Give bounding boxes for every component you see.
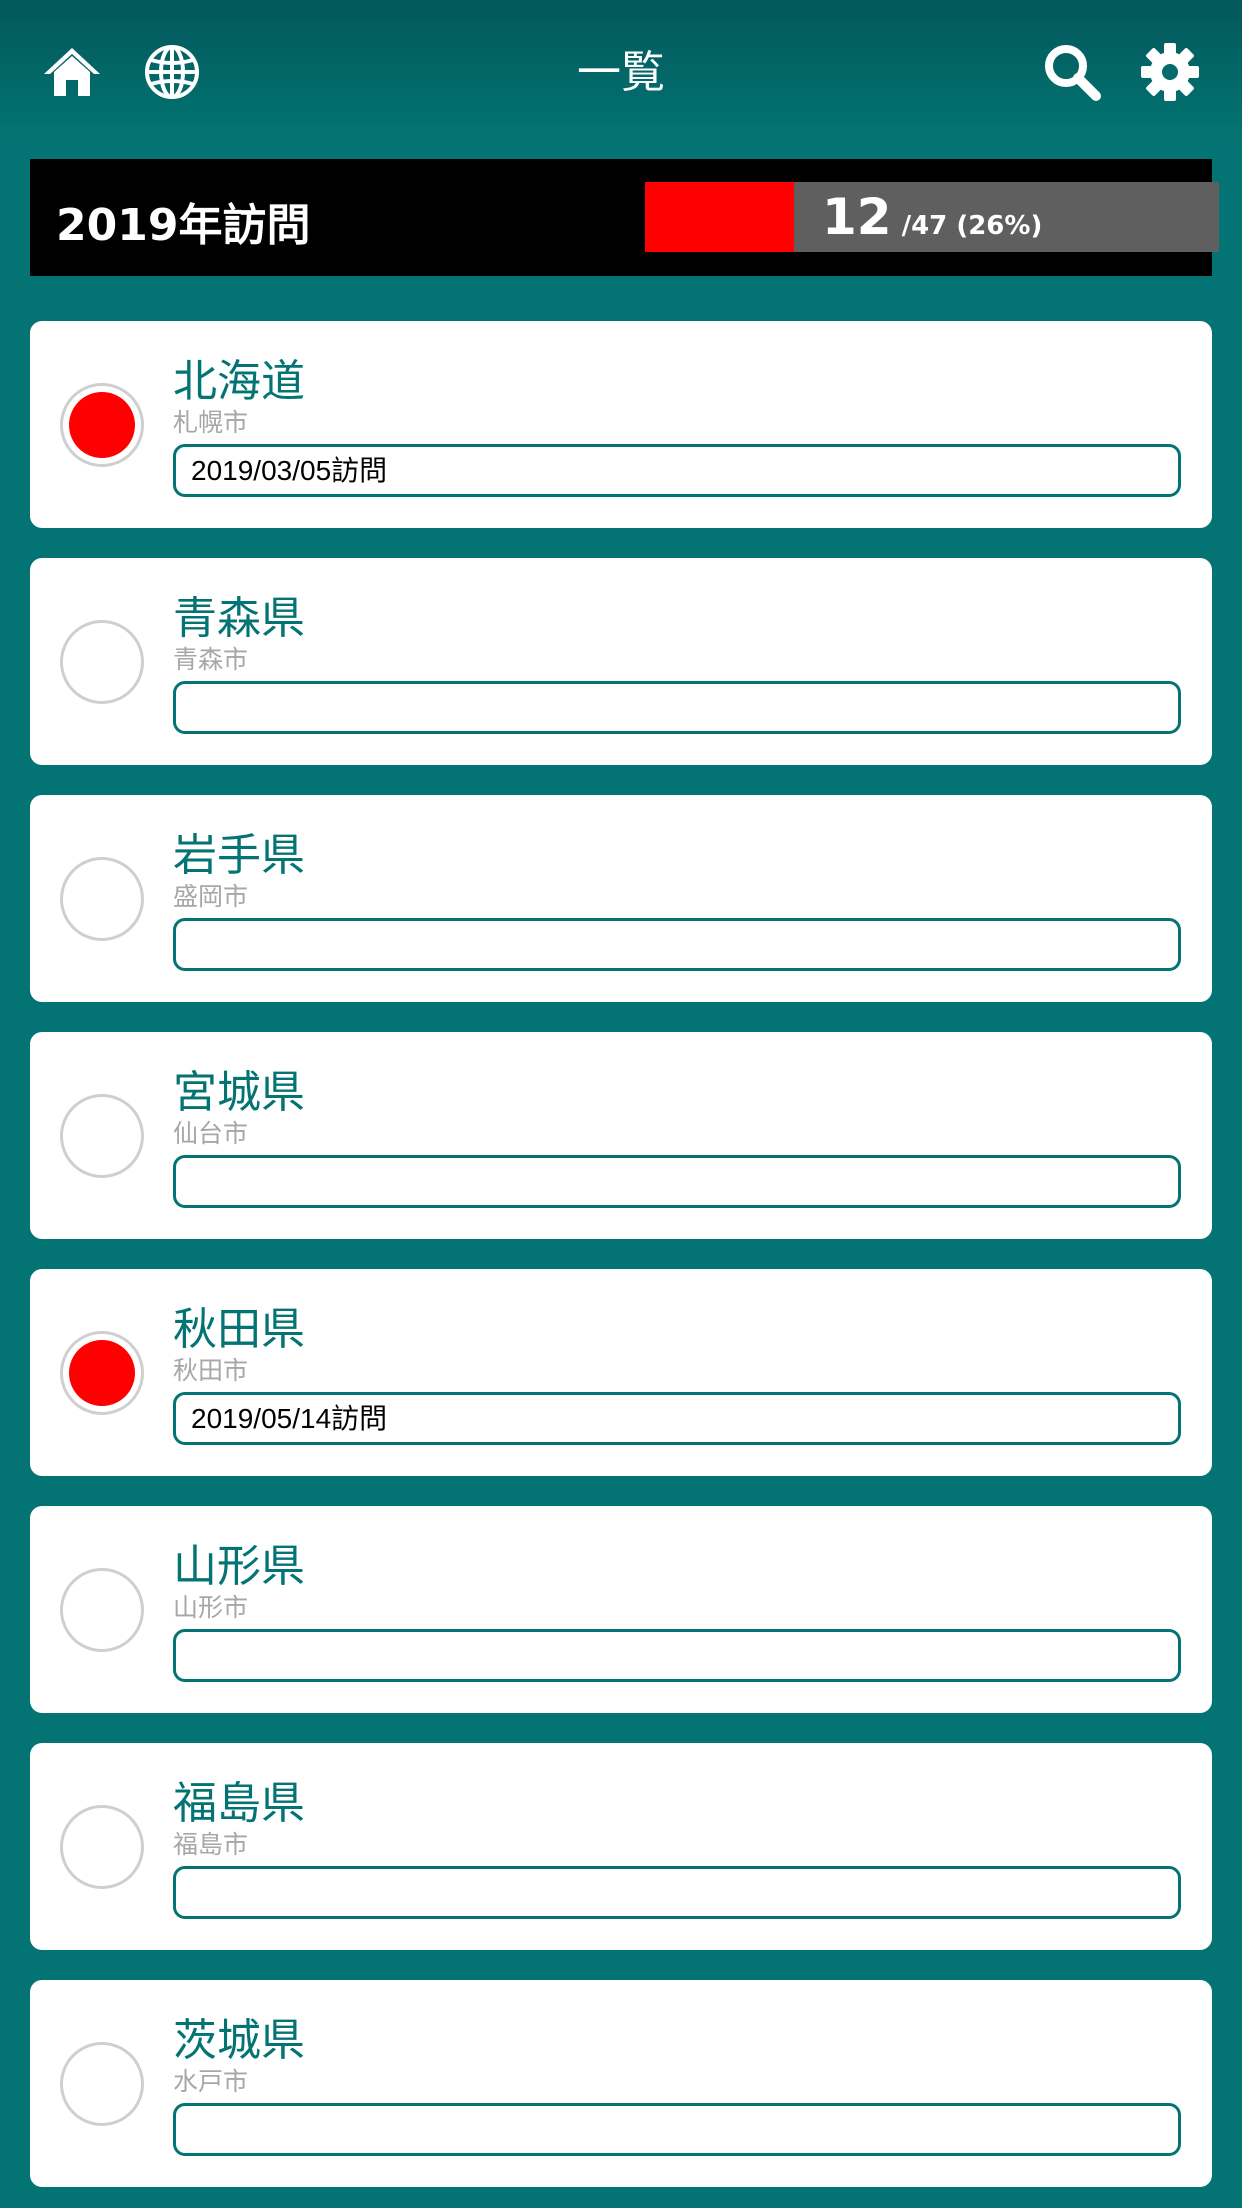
prefecture-card[interactable]: 青森県 青森市 bbox=[30, 558, 1212, 765]
prefecture-name: 岩手県 bbox=[173, 830, 305, 881]
progress-text: 12/47 (26%) bbox=[822, 188, 1042, 246]
stats-label: 2019年訪問 bbox=[56, 200, 311, 251]
prefecture-name: 北海道 bbox=[173, 356, 305, 407]
visit-note-field[interactable] bbox=[173, 1155, 1181, 1208]
app-header: 一覧 bbox=[0, 0, 1242, 140]
prefecture-list: 北海道 札幌市 2019/03/05訪問 青森県 青森市 岩手県 盛岡市 宮城県 仙台市 秋田県秋… bbox=[30, 321, 1212, 2208]
visited-toggle[interactable] bbox=[60, 1568, 144, 1652]
visited-toggle[interactable] bbox=[60, 857, 144, 941]
prefecture-card[interactable]: 岩手県 盛岡市 bbox=[30, 795, 1212, 1002]
visit-note-field[interactable] bbox=[173, 1629, 1181, 1682]
prefecture-card[interactable]: 宮城県 仙台市 bbox=[30, 1032, 1212, 1239]
prefecture-name: 宮城県 bbox=[173, 1067, 305, 1118]
prefecture-name: 青森県 bbox=[173, 593, 305, 644]
visit-note-field[interactable]: 2019/05/14訪問 bbox=[173, 1392, 1181, 1445]
prefecture-card[interactable]: 北海道 札幌市 2019/03/05訪問 bbox=[30, 321, 1212, 528]
visited-toggle[interactable] bbox=[60, 2042, 144, 2126]
prefecture-name: 山形県 bbox=[173, 1541, 305, 1592]
visit-stats-bar: 2019年訪問 12/47 (26%) bbox=[30, 159, 1219, 276]
capital-name: 青森市 bbox=[173, 645, 249, 674]
visit-note-field[interactable] bbox=[173, 918, 1181, 971]
visit-note-field[interactable]: 2019/03/05訪問 bbox=[173, 444, 1181, 497]
capital-name: 札幌市 bbox=[173, 408, 249, 437]
visited-dot bbox=[69, 392, 135, 458]
visited-toggle[interactable] bbox=[60, 383, 144, 467]
prefecture-card[interactable]: 秋田県 秋田市 2019/05/14訪問 bbox=[30, 1269, 1212, 1476]
capital-name: 仙台市 bbox=[173, 1119, 249, 1148]
visited-dot bbox=[69, 1340, 135, 1406]
prefecture-name: 茨城県 bbox=[173, 2015, 305, 2066]
visit-note-field[interactable] bbox=[173, 681, 1181, 734]
capital-name: 水戸市 bbox=[173, 2067, 249, 2096]
visited-toggle[interactable] bbox=[60, 1094, 144, 1178]
visit-progress-bar: 12/47 (26%) bbox=[645, 182, 1219, 252]
search-icon[interactable] bbox=[1040, 40, 1104, 104]
capital-name: 山形市 bbox=[173, 1593, 249, 1622]
visited-toggle[interactable] bbox=[60, 1331, 144, 1415]
capital-name: 福島市 bbox=[173, 1830, 249, 1859]
prefecture-name: 秋田県 bbox=[173, 1304, 305, 1355]
prefecture-card[interactable]: 福島県 福島市 bbox=[30, 1743, 1212, 1950]
capital-name: 秋田市 bbox=[173, 1356, 249, 1385]
prefecture-card[interactable]: 山形県 山形市 bbox=[30, 1506, 1212, 1713]
capital-name: 盛岡市 bbox=[173, 882, 249, 911]
prefecture-card[interactable]: 茨城県 水戸市 bbox=[30, 1980, 1212, 2187]
visit-note-field[interactable] bbox=[173, 1866, 1181, 1919]
visited-count: 12 bbox=[822, 188, 892, 246]
prefecture-name: 福島県 bbox=[173, 1778, 305, 1829]
visited-toggle[interactable] bbox=[60, 1805, 144, 1889]
visited-total: /47 (26%) bbox=[901, 211, 1043, 241]
visited-toggle[interactable] bbox=[60, 620, 144, 704]
visit-note-field[interactable] bbox=[173, 2103, 1181, 2156]
gear-icon[interactable] bbox=[1138, 40, 1202, 104]
visit-progress-fill bbox=[645, 182, 795, 252]
